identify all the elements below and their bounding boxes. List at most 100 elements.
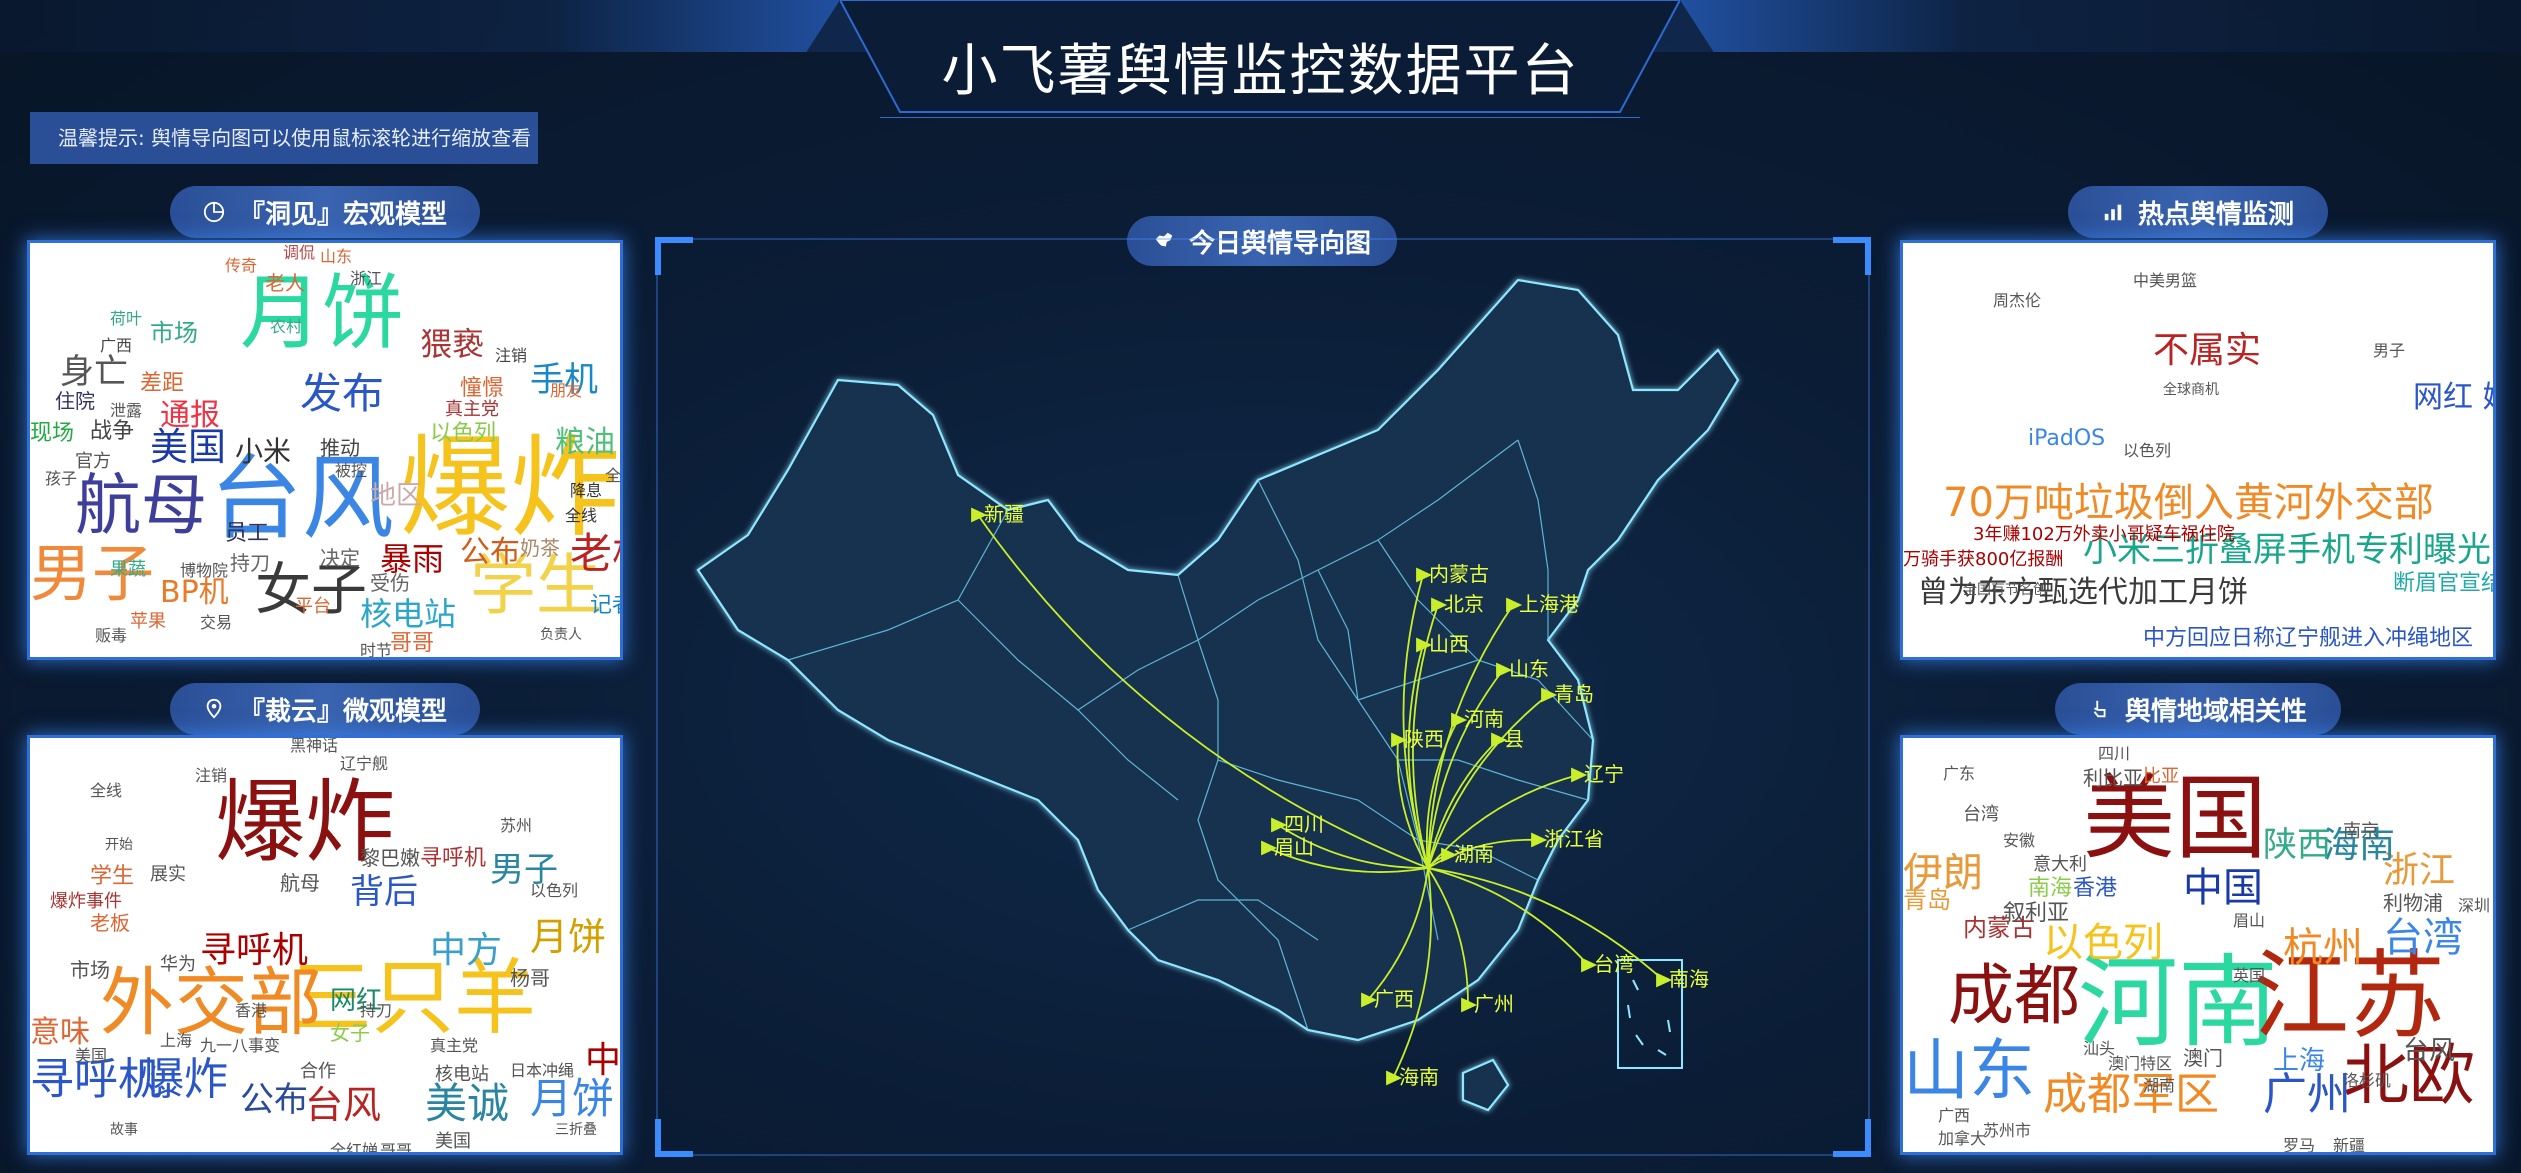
- map-region-label: 河南: [1464, 707, 1504, 731]
- china-map[interactable]: 新疆内蒙古北京 上海港山西山东青岛河南陕西 县四川眉山 浙江省湖南台湾南海海南 广西 广州…: [658, 240, 1868, 1154]
- region-cloud-word: 澳门特区: [2108, 1054, 2173, 1073]
- macro-cloud-word: 调侃: [283, 243, 316, 262]
- micro-cloud-word: 爆炸事件: [50, 891, 122, 912]
- macro-cloud-word: 广西: [100, 336, 133, 355]
- macro-cloud-word: 发布: [300, 369, 385, 418]
- macro-cloud-word: 战争: [90, 419, 135, 444]
- frame-corner: [655, 237, 693, 275]
- macro-cloud-word: 航母: [75, 467, 207, 544]
- macro-cloud-word: 博物院: [180, 561, 229, 580]
- macro-cloud-word: 以色列: [430, 421, 497, 446]
- map-region-label: 四川: [1284, 812, 1324, 836]
- region-cloud-word: 洛杉矶: [2343, 1071, 2392, 1090]
- macro-cloud-word: 住院: [55, 389, 95, 413]
- map-region-label: 山东: [1509, 657, 1549, 681]
- map-region-label: 浙江省: [1544, 827, 1604, 851]
- region-cloud-word: 深圳: [2458, 896, 2491, 915]
- micro-cloud-word: 市场: [70, 958, 110, 982]
- frame-corner: [655, 1119, 693, 1157]
- macro-model-title: 『洞见』宏观模型: [170, 186, 480, 238]
- map-region-label: 广西: [1374, 987, 1414, 1011]
- map-region-label: 海南: [1399, 1065, 1439, 1089]
- region-word-cloud[interactable]: 美国 河南 江苏 成都 山东 北欧 成都军区 广州 以色列 杭州 台湾 中国 伊朗 浙江 海南 陕西 内蒙古 青岛…: [1903, 738, 2493, 1152]
- macro-cloud-word: 孩子: [45, 469, 78, 488]
- region-cloud-word: 南京: [2343, 821, 2379, 842]
- map-region-label: 眉山: [1274, 835, 1314, 859]
- region-cloud-word: 罗马: [2283, 1136, 2316, 1153]
- region-cloud-word: 青岛: [1903, 886, 1951, 914]
- region-cloud-word: 叙利亚: [2003, 901, 2070, 926]
- opinion-map-panel[interactable]: 新疆 内蒙古 北京 上海港 山西 山东 青岛 河南 陕西 县四川 眉山 浙江省 湖南 台湾 南海 海南 广西 广州…: [655, 237, 1871, 1157]
- hot-monitor-label: 热点舆情监测: [2137, 199, 2294, 230]
- region-cloud-word: 陕西: [2263, 825, 2331, 865]
- map-region-label: 上海港: [1519, 592, 1579, 616]
- macro-cloud-word: BP机: [160, 575, 229, 610]
- micro-cloud-word: 月饼: [530, 915, 607, 959]
- micro-cloud-word: 华为: [160, 954, 196, 975]
- macro-cloud-word: 决定: [320, 546, 360, 570]
- region-cloud-word: 广州: [2263, 1069, 2351, 1120]
- micro-cloud-word: 黎巴嫩: [360, 846, 420, 870]
- micro-cloud-word: 上海: [160, 1031, 193, 1050]
- region-cloud-word: 意大利: [2033, 854, 2087, 875]
- micro-word-cloud[interactable]: 爆炸三只羊外交部寻呼机爆炸月饼美诚台风公布寻呼机中方月饼男子背后中方网红学生老板…: [30, 738, 620, 1152]
- macro-cloud-word: 公布: [460, 535, 520, 570]
- region-cloud-word: 台湾: [1963, 804, 1999, 825]
- hot-cloud-word: 70万吨垃圾倒入黄河外交部: [1943, 480, 2434, 526]
- micro-cloud-word: 黑神话: [290, 738, 339, 755]
- hot-topic-cloud[interactable]: 70万吨垃圾倒入黄河外交部 小米三折叠屏手机专利曝光 不属实 曾为东方甄选代加工月饼中…: [1903, 243, 2493, 657]
- micro-cloud-word: 哥哥: [380, 1141, 413, 1153]
- hot-cloud-word: 3年赚102万外卖小哥疑车祸住院: [1973, 524, 2235, 545]
- micro-cloud-word: 全红婵: [330, 1141, 379, 1153]
- micro-cloud-word: 寻呼机: [420, 846, 487, 871]
- micro-cloud-word: 老板: [90, 911, 130, 935]
- macro-word-cloud[interactable]: 月饼 爆炸 台风 航母 男子 学生 女子 发布 美国 身亡 猥亵 核电站 暴雨 公布 通报 小米 BP机 手机 粮油…: [30, 243, 620, 657]
- macro-cloud-word: 现场: [30, 421, 75, 446]
- hand-pointer-icon: [2093, 700, 2106, 718]
- map-region-label: 山西: [1429, 632, 1469, 656]
- region-cloud-word: 广东: [1943, 764, 1976, 783]
- macro-cloud-word: 市场: [150, 319, 198, 347]
- micro-cloud-word: 持刀: [360, 1001, 393, 1020]
- hot-cloud-word: 中方回应日称辽宁舰进入冲绳地区: [2143, 626, 2474, 651]
- region-cloud-word: 上海: [2273, 1046, 2326, 1076]
- macro-cloud-word: 受伤: [370, 571, 410, 595]
- micro-cloud-word: 公布: [240, 1080, 308, 1120]
- region-cloud-word: 四川: [2098, 744, 2131, 763]
- macro-cloud-word: 农村: [270, 317, 303, 336]
- macro-cloud-word: 身亡: [60, 352, 128, 392]
- pie-chart-icon: [203, 201, 225, 223]
- map-region-label: 青岛: [1554, 682, 1594, 706]
- region-cloud-word: 成都军区: [2043, 1069, 2219, 1120]
- map-region-label: 县: [1504, 727, 1524, 751]
- hot-cloud-word: 网红 娘子: [2413, 380, 2493, 415]
- region-cloud-word: 比亚: [2143, 766, 2179, 787]
- region-cloud-word: 南海: [2028, 876, 2073, 901]
- micro-model-title: 『裁云』微观模型: [170, 683, 480, 735]
- map-region-label: 内蒙古: [1429, 562, 1489, 586]
- micro-cloud-word: 日本冲绳: [510, 1061, 575, 1080]
- bar-chart-icon: [2104, 204, 2122, 221]
- micro-cloud-word: 女子: [330, 1021, 370, 1045]
- micro-cloud-word: 爆炸: [140, 1054, 228, 1105]
- hot-cloud-word: 周杰伦: [1993, 291, 2042, 310]
- hot-cloud-word: 男子: [2373, 341, 2406, 360]
- region-cloud-word: 湖南: [2143, 1076, 2176, 1095]
- micro-cloud-word: 展实: [150, 864, 186, 885]
- macro-model-label: 『洞见』宏观模型: [238, 199, 447, 230]
- region-cloud-word: 眉山: [2233, 911, 2266, 930]
- macro-cloud-word: 员工: [225, 521, 270, 546]
- hot-cloud-word: 全球商机: [2163, 382, 2219, 398]
- micro-cloud-word: 美国: [435, 1131, 471, 1152]
- map-region-label: 辽宁: [1584, 762, 1624, 786]
- macro-cloud-word: 记者: [590, 593, 620, 618]
- macro-cloud-word: 哥哥: [390, 631, 435, 656]
- micro-cloud-word: 苏州: [500, 816, 533, 835]
- macro-cloud-word: 持刀: [230, 551, 270, 575]
- map-region-label: 广州: [1474, 992, 1514, 1016]
- macro-cloud-word: 美国: [150, 425, 227, 469]
- macro-cloud-word: 山东: [320, 247, 353, 266]
- hot-cloud-word: 万骑手获800亿报酬: [1903, 549, 2064, 570]
- page-title: 小飞薯舆情监控数据平台: [941, 39, 1580, 104]
- macro-cloud-word: 地区: [370, 481, 423, 511]
